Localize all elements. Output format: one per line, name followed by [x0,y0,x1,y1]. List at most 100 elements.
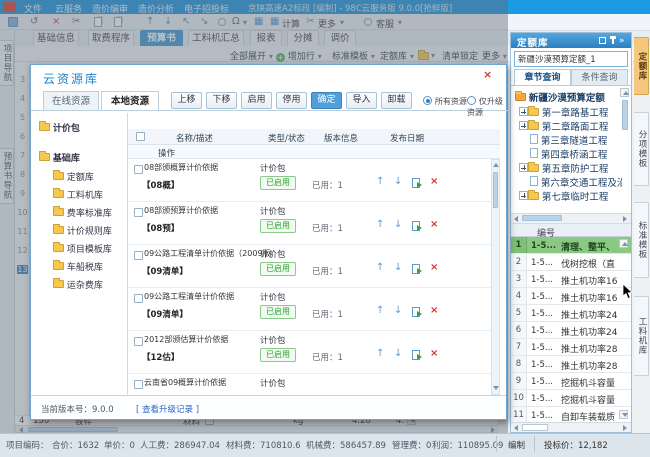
quota-row[interactable]: 9 1-5... 挖掘机斗容量 [511,373,631,390]
tree-scroll-up[interactable] [620,88,629,97]
row-move-up-icon[interactable]: ↑ [376,348,384,359]
tree-item-project-template-lib[interactable]: 项目模板库 [53,242,112,255]
dialog-tab-local[interactable]: 本地资源 [101,91,159,111]
tab-chapter-query[interactable]: 章节查询 [514,69,571,86]
resource-row[interactable]: 08部颁预算计价依据 【08预】 计价包 已启用 已用：1 ↑ ↓ × [128,202,491,245]
scroll-down-icon[interactable] [493,386,499,390]
dialog-close-icon[interactable]: × [483,68,492,81]
row-checkbox[interactable] [134,208,143,217]
expand-icon[interactable] [519,107,528,116]
expand-icon[interactable] [519,163,528,172]
row-delete-icon[interactable]: × [430,305,438,316]
tree-item-pricing-rule-lib[interactable]: 计价规则库 [53,224,112,237]
resource-row[interactable]: 云南省09概算计价依据 计价包 [128,374,491,395]
row-delete-icon[interactable]: × [430,219,438,230]
tree-item-base-library[interactable]: 基础库 [39,151,80,164]
row-move-down-icon[interactable]: ↓ [394,305,402,316]
row-export-icon[interactable] [412,221,420,231]
row-move-up-icon[interactable]: ↑ [376,262,384,273]
quota-row[interactable]: 4 1-5... 推土机功率16 [511,288,631,305]
select-all-checkbox[interactable] [136,132,145,141]
row-delete-icon[interactable]: × [430,176,438,187]
row-move-down-icon[interactable]: ↓ [394,219,402,230]
tree-item-rate-standard-lib[interactable]: 费率标准库 [53,206,112,219]
side-tab-resource-library[interactable]: 工料机库 [634,296,649,376]
row-checkbox[interactable] [134,337,143,346]
quota-h-scrollbar[interactable] [511,422,631,432]
row-delete-icon[interactable]: × [430,348,438,359]
scroll-right-icon[interactable] [623,216,627,222]
tree-item-chapter3[interactable]: 第三章隧道工程 [530,133,607,147]
tree-item-freight-lib[interactable]: 运杂费库 [53,278,103,291]
pin-icon[interactable] [612,36,614,44]
expand-icon[interactable] [519,121,528,130]
scroll-left-icon[interactable] [514,216,518,222]
scroll-left-icon[interactable] [514,425,518,431]
enable-button[interactable]: 启用 [241,92,272,109]
expand-icon[interactable] [519,191,528,200]
dialog-tab-online[interactable]: 在线资源 [43,91,99,111]
tree-item-chapter2[interactable]: 第二章路面工程 [519,119,608,133]
scroll-up-icon[interactable] [493,163,499,167]
tree-item-resource-lib[interactable]: 工料机库 [53,188,103,201]
row-checkbox[interactable] [134,380,143,389]
float-window-icon[interactable] [599,37,606,44]
quota-row[interactable]: 3 1-5... 推土机功率16 [511,271,631,288]
row-move-down-icon[interactable]: ↓ [394,348,402,359]
move-down-button[interactable]: 下移 [206,92,237,109]
tree-item-pricing-package[interactable]: 计价包 [39,121,80,134]
row-export-icon[interactable] [412,307,420,317]
dialog-v-scrollbar[interactable] [491,159,500,395]
panel-menu-icon[interactable]: » [619,36,625,46]
quota-row[interactable]: 7 1-5... 推土机功率28 [511,339,631,356]
radio-all-resources[interactable]: 所有资源 [423,96,467,107]
ok-button[interactable]: 确定 [311,92,342,109]
quota-row[interactable]: 2 1-5... 伐树挖根（直 [511,254,631,271]
row-move-up-icon[interactable]: ↑ [376,305,384,316]
side-tab-quota-library[interactable]: 定额库 [634,37,649,95]
tree-h-scroll-thumb[interactable] [522,215,562,221]
side-tab-item-template[interactable]: 分项模板 [634,112,649,186]
tree-item-chapter7[interactable]: 第七章临时工程 [519,189,608,203]
scroll-right-icon[interactable] [623,425,627,431]
row-checkbox[interactable] [134,294,143,303]
resource-row[interactable]: 09公路工程清单计价依据（2009版本） 【09清单】 计价包 已启用 已用：1… [128,245,491,288]
resource-row[interactable]: 2012部颁估算计价依据 【12估】 计价包 已启用 已用：1 ↑ ↓ × [128,331,491,374]
quota-row[interactable]: 1 1-5... 清理、整平、 [511,237,631,254]
dialog-scroll-thumb[interactable] [493,172,498,208]
row-checkbox[interactable] [134,251,143,260]
import-button[interactable]: 导入 [346,92,377,109]
row-export-icon[interactable] [412,350,420,360]
move-up-button[interactable]: 上移 [171,92,202,109]
table-scroll-up[interactable] [619,239,628,248]
quota-row[interactable]: 5 1-5... 推土机功率24 [511,305,631,322]
row-export-icon[interactable] [412,264,420,274]
tree-item-chapter1[interactable]: 第一章路基工程 [519,105,608,119]
tab-condition-query[interactable]: 条件查询 [571,69,628,86]
quota-search-input[interactable] [514,51,628,67]
side-tab-standard-template[interactable]: 标准模板 [634,202,649,278]
table-scroll-down[interactable] [619,410,628,419]
tree-scroll-thumb[interactable] [622,100,628,130]
tree-h-scrollbar[interactable] [511,213,631,224]
view-upgrade-log-link[interactable]: [ 查看升级记录 ] [136,403,199,415]
row-checkbox[interactable] [134,165,143,174]
row-move-down-icon[interactable]: ↓ [394,262,402,273]
tree-item-chapter5[interactable]: 第五章防护工程 [519,161,608,175]
row-move-up-icon[interactable]: ↑ [376,219,384,230]
tree-item-quota-lib[interactable]: 定额库 [53,170,94,183]
row-export-icon[interactable] [412,178,420,188]
tree-item-chapter4[interactable]: 第四章桥涵工程 [530,147,607,161]
quota-h-scroll-thumb[interactable] [522,424,548,431]
row-move-up-icon[interactable]: ↑ [376,176,384,187]
disable-button[interactable]: 停用 [276,92,307,109]
quota-row[interactable]: 10 1-5... 挖掘机斗容量 [511,390,631,407]
resource-row[interactable]: 09公路工程清单计价依据 【09清单】 计价包 已启用 已用：1 ↑ ↓ × [128,288,491,331]
tree-item-vehicle-tax-lib[interactable]: 车船税库 [53,260,103,273]
resource-row[interactable]: 08部颁概算计价依据 【08概】 计价包 已启用 已用：1 ↑ ↓ × [128,159,491,202]
quota-row[interactable]: 8 1-5... 推土机功率28 [511,356,631,373]
quota-row[interactable]: 6 1-5... 推土机功率24 [511,322,631,339]
row-move-down-icon[interactable]: ↓ [394,176,402,187]
radio-upgrade-only[interactable]: 仅升级资源 [467,96,506,118]
uninstall-button[interactable]: 卸载 [381,92,412,109]
